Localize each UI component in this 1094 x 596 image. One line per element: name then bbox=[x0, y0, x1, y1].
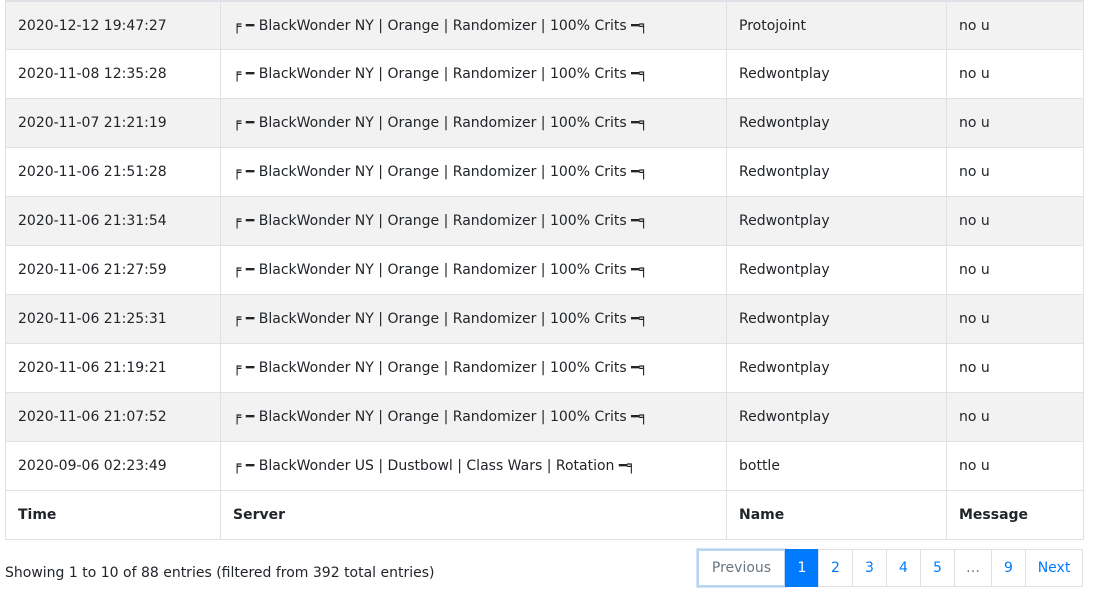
table-row: 2020-11-08 12:35:28 ╒ ━ BlackWonder NY | … bbox=[5, 49, 1084, 99]
next-page-button[interactable]: Next bbox=[1025, 549, 1083, 587]
cell-name[interactable]: bottle bbox=[726, 441, 947, 491]
cell-server: ╒ ━ BlackWonder NY | Orange | Randomizer… bbox=[220, 294, 727, 344]
cell-message: no u bbox=[946, 245, 1084, 295]
column-header-server[interactable]: Server bbox=[220, 490, 727, 540]
cell-time: 2020-11-06 21:07:52 bbox=[5, 392, 221, 442]
cell-server: ╒ ━ BlackWonder NY | Orange | Randomizer… bbox=[220, 392, 727, 442]
table-row: 2020-12-12 19:47:27 ╒ ━ BlackWonder NY | … bbox=[5, 0, 1084, 50]
cell-message: no u bbox=[946, 392, 1084, 442]
table-row: 2020-11-07 21:21:19 ╒ ━ BlackWonder NY | … bbox=[5, 98, 1084, 148]
cell-server: ╒ ━ BlackWonder NY | Orange | Randomizer… bbox=[220, 343, 727, 393]
page-1-button[interactable]: 1 bbox=[785, 549, 819, 587]
page-ellipsis: … bbox=[954, 549, 992, 587]
cell-time: 2020-11-06 21:27:59 bbox=[5, 245, 221, 295]
page-2-button[interactable]: 2 bbox=[818, 549, 853, 587]
cell-name[interactable]: Redwontplay bbox=[726, 245, 947, 295]
table-row: 2020-11-06 21:19:21 ╒ ━ BlackWonder NY | … bbox=[5, 343, 1084, 393]
table-info-text: Showing 1 to 10 of 88 entries (filtered … bbox=[5, 565, 435, 581]
cell-name[interactable]: Redwontplay bbox=[726, 49, 947, 99]
cell-server: ╒ ━ BlackWonder NY | Orange | Randomizer… bbox=[220, 49, 727, 99]
previous-page-button[interactable]: Previous bbox=[697, 549, 786, 587]
column-header-row: Time Server Name Message bbox=[5, 490, 1084, 540]
table-row: 2020-11-06 21:31:54 ╒ ━ BlackWonder NY | … bbox=[5, 196, 1084, 246]
cell-time: 2020-11-06 21:25:31 bbox=[5, 294, 221, 344]
cell-time: 2020-11-06 21:31:54 bbox=[5, 196, 221, 246]
cell-time: 2020-11-06 21:51:28 bbox=[5, 147, 221, 197]
page-4-button[interactable]: 4 bbox=[886, 549, 921, 587]
cell-server: ╒ ━ BlackWonder US | Dustbowl | Class Wa… bbox=[220, 441, 727, 491]
page-9-button[interactable]: 9 bbox=[991, 549, 1026, 587]
table-row: 2020-09-06 02:23:49 ╒ ━ BlackWonder US | … bbox=[5, 441, 1084, 491]
cell-server: ╒ ━ BlackWonder NY | Orange | Randomizer… bbox=[220, 245, 727, 295]
page-3-button[interactable]: 3 bbox=[852, 549, 887, 587]
column-header-time[interactable]: Time bbox=[5, 490, 221, 540]
page-5-button[interactable]: 5 bbox=[920, 549, 955, 587]
table-row: 2020-11-06 21:51:28 ╒ ━ BlackWonder NY | … bbox=[5, 147, 1084, 197]
cell-name[interactable]: Redwontplay bbox=[726, 147, 947, 197]
cell-message: no u bbox=[946, 147, 1084, 197]
column-header-name[interactable]: Name bbox=[726, 490, 947, 540]
table-body: 2020-12-12 19:47:27 ╒ ━ BlackWonder NY | … bbox=[5, 0, 1084, 491]
cell-time: 2020-11-06 21:19:21 bbox=[5, 343, 221, 393]
cell-message: no u bbox=[946, 0, 1084, 50]
cell-time: 2020-11-07 21:21:19 bbox=[5, 98, 221, 148]
table-row: 2020-11-06 21:25:31 ╒ ━ BlackWonder NY | … bbox=[5, 294, 1084, 344]
table-footer-header: Time Server Name Message bbox=[5, 490, 1084, 540]
cell-server: ╒ ━ BlackWonder NY | Orange | Randomizer… bbox=[220, 98, 727, 148]
table-row: 2020-11-06 21:27:59 ╒ ━ BlackWonder NY | … bbox=[5, 245, 1084, 295]
cell-name[interactable]: Redwontplay bbox=[726, 392, 947, 442]
cell-time: 2020-09-06 02:23:49 bbox=[5, 441, 221, 491]
pagination: Previous 1 2 3 4 5 … 9 Next bbox=[697, 549, 1083, 587]
cell-name[interactable]: Protojoint bbox=[726, 0, 947, 50]
cell-message: no u bbox=[946, 49, 1084, 99]
cell-name[interactable]: Redwontplay bbox=[726, 98, 947, 148]
cell-message: no u bbox=[946, 441, 1084, 491]
cell-name[interactable]: Redwontplay bbox=[726, 196, 947, 246]
column-header-message[interactable]: Message bbox=[946, 490, 1084, 540]
chat-log-table: 2020-12-12 19:47:27 ╒ ━ BlackWonder NY | … bbox=[5, 0, 1084, 540]
cell-time: 2020-11-08 12:35:28 bbox=[5, 49, 221, 99]
cell-message: no u bbox=[946, 98, 1084, 148]
cell-server: ╒ ━ BlackWonder NY | Orange | Randomizer… bbox=[220, 196, 727, 246]
cell-message: no u bbox=[946, 196, 1084, 246]
cell-time: 2020-12-12 19:47:27 bbox=[5, 0, 221, 50]
cell-name[interactable]: Redwontplay bbox=[726, 343, 947, 393]
cell-message: no u bbox=[946, 343, 1084, 393]
cell-server: ╒ ━ BlackWonder NY | Orange | Randomizer… bbox=[220, 147, 727, 197]
table-row: 2020-11-06 21:07:52 ╒ ━ BlackWonder NY | … bbox=[5, 392, 1084, 442]
cell-server: ╒ ━ BlackWonder NY | Orange | Randomizer… bbox=[220, 0, 727, 50]
cell-name[interactable]: Redwontplay bbox=[726, 294, 947, 344]
chat-log-table-wrapper: 2020-12-12 19:47:27 ╒ ━ BlackWonder NY | … bbox=[5, 0, 1084, 540]
cell-message: no u bbox=[946, 294, 1084, 344]
